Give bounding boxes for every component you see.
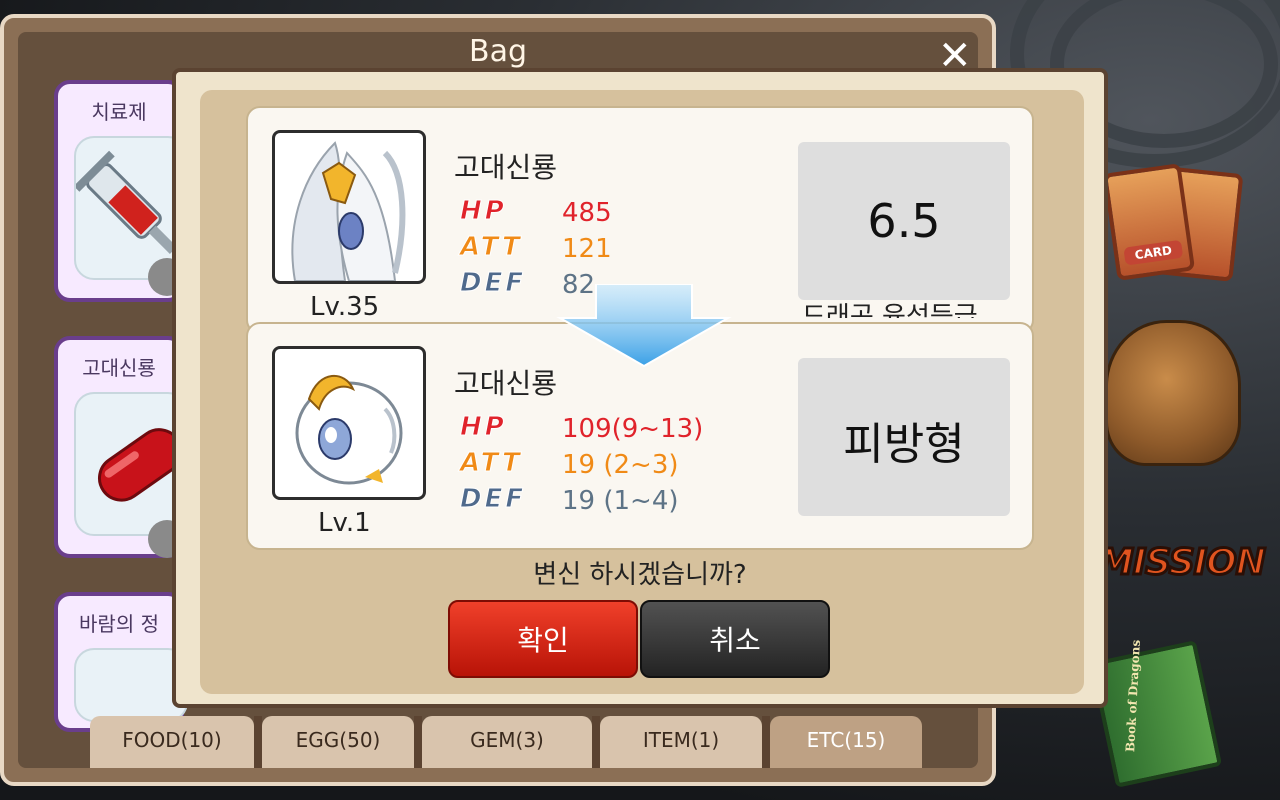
backpack-icon[interactable] <box>1105 320 1241 466</box>
def-label: DEF <box>459 268 527 299</box>
hp-label: HP <box>460 412 507 443</box>
current-att-value: 121 <box>562 234 612 264</box>
result-dragon-portrait <box>272 346 426 500</box>
result-dragon-level: Lv.1 <box>318 508 371 538</box>
result-dragon-name: 고대신룡 <box>454 367 558 400</box>
tab-divider <box>762 716 770 768</box>
current-hp-value: 485 <box>562 198 612 228</box>
tab-gem[interactable]: GEM(3) <box>422 716 592 768</box>
confirm-button[interactable]: 확인 <box>448 600 638 678</box>
current-dragon-name: 고대신룡 <box>454 151 558 184</box>
wind-gem-icon <box>74 648 188 722</box>
tab-egg[interactable]: EGG(50) <box>262 716 414 768</box>
tab-divider <box>414 716 422 768</box>
bag-tabs: FOOD(10) EGG(50) GEM(3) ITEM(1) ETC(15) <box>90 716 922 768</box>
grade-caption: 드래곤 육성등급 <box>802 302 978 318</box>
tab-divider <box>592 716 600 768</box>
slot-label: 바람의 정 <box>79 612 159 636</box>
book-label: Book of Dragons <box>1123 639 1143 753</box>
slot-label: 고대신룡 <box>82 356 156 380</box>
grade-box: 6.5 <box>798 142 1010 300</box>
att-label: ATT <box>460 448 523 479</box>
tab-item[interactable]: ITEM(1) <box>600 716 762 768</box>
cancel-button[interactable]: 취소 <box>640 600 830 678</box>
def-label: DEF <box>459 484 527 515</box>
arrow-down-icon <box>556 284 732 368</box>
hp-label: HP <box>460 196 507 227</box>
result-att-value: 19 (2~3) <box>562 450 679 480</box>
grade-value: 6.5 <box>867 194 941 248</box>
bag-slot[interactable]: 바람의 정 <box>54 592 188 732</box>
type-box: 피방형 <box>798 358 1010 516</box>
result-hp-value: 109(9~13) <box>562 414 704 444</box>
result-def-value: 19 (1~4) <box>562 486 679 516</box>
card-label: CARD <box>1123 239 1184 266</box>
att-label: ATT <box>460 232 523 263</box>
slot-label: 치료제 <box>91 100 147 124</box>
tab-etc[interactable]: ETC(15) <box>770 716 922 768</box>
dragon-type: 피방형 <box>843 419 965 470</box>
current-dragon-level: Lv.35 <box>310 292 380 322</box>
confirm-question: 변신 하시겠습니까? <box>533 560 747 590</box>
tab-divider <box>254 716 262 768</box>
capsule-icon <box>74 392 188 536</box>
tab-food[interactable]: FOOD(10) <box>90 716 254 768</box>
mission-button[interactable]: MISSION <box>1097 541 1268 585</box>
bag-title: Bag <box>468 34 527 69</box>
current-dragon-portrait <box>272 130 426 284</box>
card-menu-button[interactable]: CARD <box>1102 163 1196 281</box>
